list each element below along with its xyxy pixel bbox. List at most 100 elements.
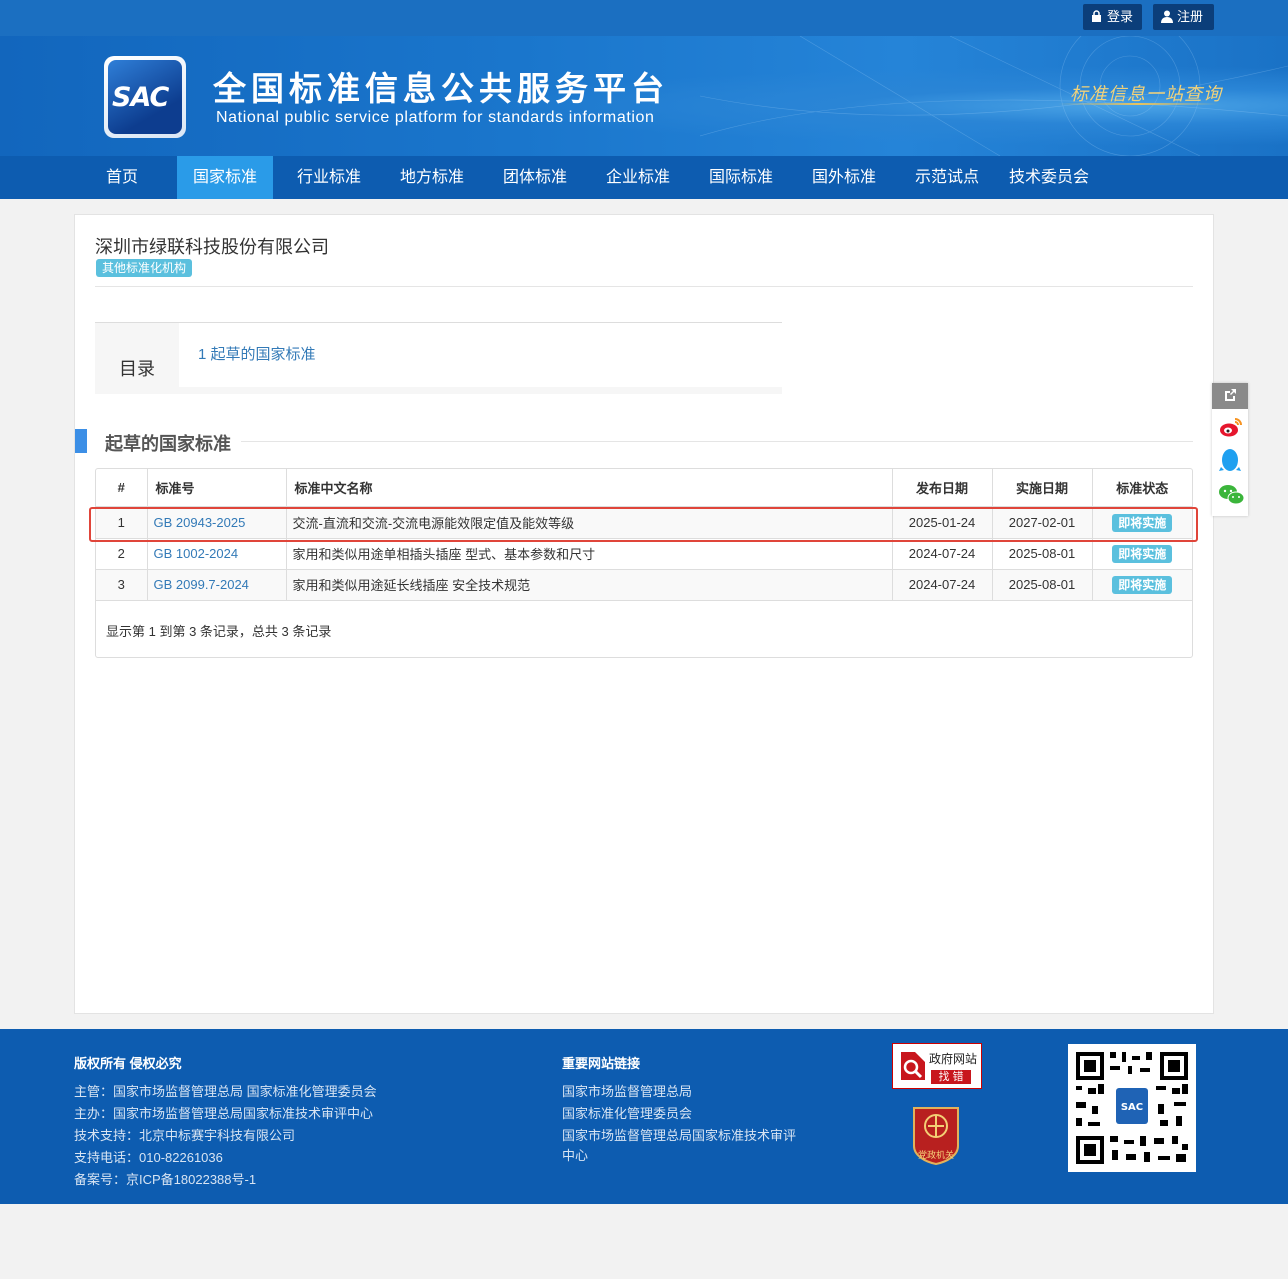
standards-table-panel: # 标准号 标准中文名称 发布日期 实施日期 标准状态 1 GB 20943-2… xyxy=(95,468,1193,658)
sac-logo-text: SAC xyxy=(112,82,169,113)
col-header-index[interactable]: # xyxy=(96,469,148,508)
register-button[interactable]: 注册 xyxy=(1153,4,1214,30)
gov-badge-text: 政府网站 xyxy=(929,1052,978,1066)
toc-bottom-strip xyxy=(95,387,782,394)
table-row: 1 GB 20943-2025 交流-直流和交流-交流电源能效限定值及能效等级 … xyxy=(96,507,1192,539)
row-code-cell: GB 2099.7-2024 xyxy=(147,569,287,601)
main-nav: 首页 国家标准 行业标准 地方标准 团体标准 企业标准 国际标准 国外标准 示范… xyxy=(0,156,1288,199)
row-status-cell: 即将实施 xyxy=(1092,569,1192,601)
nav-national-standards[interactable]: 国家标准 xyxy=(177,156,273,199)
standard-code-link[interactable]: GB 20943-2025 xyxy=(154,515,246,530)
nav-foreign-standards[interactable]: 国外标准 xyxy=(796,156,892,199)
qr-code: SAC xyxy=(1068,1044,1196,1172)
standard-code-link[interactable]: GB 1002-2024 xyxy=(154,546,239,561)
page-bottom xyxy=(0,1204,1288,1279)
table-row: 2 GB 1002-2024 家用和类似用途单相插头插座 型式、基本参数和尺寸 … xyxy=(96,538,1192,570)
nav-industry-standards[interactable]: 行业标准 xyxy=(281,156,377,199)
row-publish-date: 2024-07-24 xyxy=(892,569,993,601)
login-button[interactable]: 登录 xyxy=(1083,4,1142,30)
status-badge: 即将实施 xyxy=(1112,544,1173,563)
row-standard-name: 家用和类似用途延长线插座 安全技术规范 xyxy=(286,569,893,601)
qq-icon[interactable] xyxy=(1218,447,1242,475)
footer-line: 技术支持：北京中标赛宇科技有限公司 xyxy=(74,1128,296,1143)
section-header: 起草的国家标准 xyxy=(75,429,1193,454)
nav-international-standards[interactable]: 国际标准 xyxy=(693,156,789,199)
footer-link-review-center-cont[interactable]: 中心 xyxy=(562,1145,588,1164)
standard-code-link[interactable]: GB 2099.7-2024 xyxy=(154,577,249,592)
footer: 版权所有 侵权必究 主管：国家市场监督管理总局 国家标准化管理委员会 主办：国家… xyxy=(0,1029,1288,1204)
row-index: 2 xyxy=(96,538,148,570)
pagination-info: 显示第 1 到第 3 条记录，总共 3 条记录 xyxy=(106,624,332,639)
row-implement-date: 2025-08-01 xyxy=(992,569,1093,601)
gov-site-error-report-badge[interactable]: 政府网站 找 错 xyxy=(892,1043,982,1089)
top-bar: 登录 注册 xyxy=(0,0,1288,36)
row-code-cell: GB 1002-2024 xyxy=(147,538,287,570)
status-badge: 即将实施 xyxy=(1112,513,1173,532)
section-accent-bar xyxy=(75,429,87,453)
nav-home[interactable]: 首页 xyxy=(90,156,154,199)
toc-label: 目录 xyxy=(95,323,179,387)
share-sidebar xyxy=(1212,383,1248,516)
content-card: 深圳市绿联科技股份有限公司 其他标准化机构 目录 1 起草的国家标准 起草的国家… xyxy=(74,214,1214,1014)
nav-group-standards[interactable]: 团体标准 xyxy=(487,156,583,199)
table-of-contents: 目录 1 起草的国家标准 xyxy=(95,322,782,394)
site-title: 全国标准信息公共服务平台 xyxy=(213,70,669,107)
footer-copyright-title: 版权所有 侵权必究 xyxy=(74,1056,182,1071)
toc-link-drafted-standards[interactable]: 1 起草的国家标准 xyxy=(198,343,316,364)
col-header-publish-date[interactable]: 发布日期 xyxy=(892,469,993,508)
row-implement-date: 2027-02-01 xyxy=(992,507,1093,539)
row-implement-date: 2025-08-01 xyxy=(992,538,1093,570)
user-icon xyxy=(1161,10,1173,23)
footer-line: 主管：国家市场监督管理总局 国家标准化管理委员会 xyxy=(74,1084,377,1099)
nav-local-standards[interactable]: 地方标准 xyxy=(384,156,480,199)
org-name: 深圳市绿联科技股份有限公司 xyxy=(95,237,329,257)
divider xyxy=(95,286,1193,287)
nav-tech-committee[interactable]: 技术委员会 xyxy=(998,156,1100,199)
table-header-row: # 标准号 标准中文名称 发布日期 实施日期 标准状态 xyxy=(96,469,1192,508)
row-publish-date: 2025-01-24 xyxy=(892,507,993,539)
org-type-badge: 其他标准化机构 xyxy=(96,259,193,277)
header-banner: SAC 全国标准信息公共服务平台 National public service… xyxy=(0,36,1288,156)
slogan-underline xyxy=(1058,103,1218,105)
footer-links-title: 重要网站链接 xyxy=(562,1056,641,1071)
nav-pilot-demo[interactable]: 示范试点 xyxy=(899,156,995,199)
row-status-cell: 即将实施 xyxy=(1092,538,1192,570)
site-subtitle: National public service platform for sta… xyxy=(216,109,655,126)
row-index: 1 xyxy=(96,507,148,539)
sac-logo[interactable]: SAC xyxy=(104,56,186,138)
share-toggle[interactable] xyxy=(1212,383,1248,409)
footer-line[interactable]: 备案号：京ICP备18022388号-1 xyxy=(74,1169,256,1188)
nav-enterprise-standards[interactable]: 企业标准 xyxy=(590,156,686,199)
col-header-code[interactable]: 标准号 xyxy=(147,469,287,508)
row-standard-name: 家用和类似用途单相插头插座 型式、基本参数和尺寸 xyxy=(286,538,893,570)
col-header-status[interactable]: 标准状态 xyxy=(1092,469,1192,508)
section-title: 起草的国家标准 xyxy=(105,434,231,454)
row-index: 3 xyxy=(96,569,148,601)
party-gov-badge[interactable]: 党政机关 xyxy=(910,1104,962,1166)
magnifier-icon xyxy=(901,1052,925,1080)
register-label: 注册 xyxy=(1177,9,1204,24)
status-badge: 即将实施 xyxy=(1112,575,1173,594)
row-publish-date: 2024-07-24 xyxy=(892,538,993,570)
weibo-icon[interactable] xyxy=(1218,415,1244,439)
footer-link-sac[interactable]: 国家标准化管理委员会 xyxy=(562,1103,692,1122)
login-label: 登录 xyxy=(1107,9,1134,24)
wechat-icon[interactable] xyxy=(1218,483,1246,507)
gov-badge-label: 找 错 xyxy=(931,1070,971,1084)
section-rule xyxy=(241,441,1193,442)
qr-logo-text: SAC xyxy=(1121,1102,1143,1113)
party-badge-text: 党政机关 xyxy=(917,1150,954,1160)
footer-line: 支持电话：010-82261036 xyxy=(74,1150,223,1165)
lock-icon xyxy=(1092,10,1101,22)
row-standard-name: 交流-直流和交流-交流电源能效限定值及能效等级 xyxy=(286,507,893,539)
share-icon xyxy=(1225,389,1236,401)
footer-line: 主办：国家市场监督管理总局国家标准技术审评中心 xyxy=(74,1106,374,1121)
footer-link-samr[interactable]: 国家市场监督管理总局 xyxy=(562,1081,692,1100)
footer-link-review-center[interactable]: 国家市场监督管理总局国家标准技术审评 xyxy=(562,1125,796,1144)
table-row: 3 GB 2099.7-2024 家用和类似用途延长线插座 安全技术规范 202… xyxy=(96,569,1192,601)
col-header-implement-date[interactable]: 实施日期 xyxy=(992,469,1093,508)
standards-table: # 标准号 标准中文名称 发布日期 实施日期 标准状态 1 GB 20943-2… xyxy=(96,469,1192,601)
qr-code-image: SAC xyxy=(1076,1052,1188,1164)
row-status-cell: 即将实施 xyxy=(1092,507,1192,539)
col-header-name[interactable]: 标准中文名称 xyxy=(286,469,893,508)
